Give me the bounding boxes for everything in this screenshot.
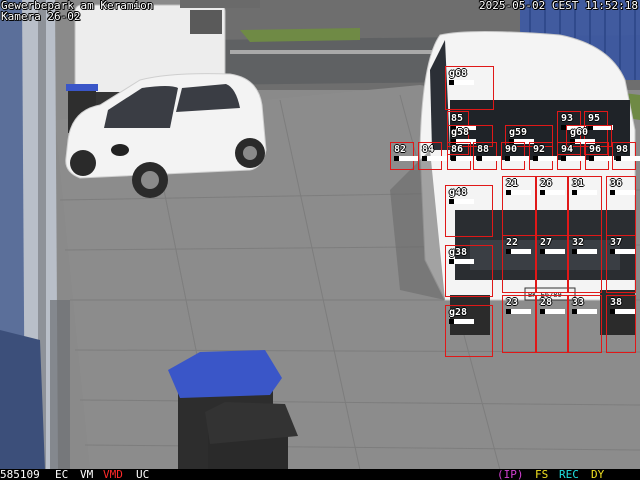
detection-level-bar — [449, 199, 474, 204]
detection-label: 93 — [561, 113, 574, 124]
detection-box: 88 — [473, 142, 502, 170]
detection-label: 33 — [572, 297, 585, 308]
status-code: 585109 — [0, 468, 40, 480]
detection-label: 92 — [533, 144, 546, 155]
detection-level-bar — [572, 190, 597, 195]
detection-level-bar — [394, 156, 419, 161]
detection-box: g38 — [445, 245, 493, 297]
detection-label: 84 — [422, 144, 435, 155]
detection-label: 26 — [540, 178, 553, 189]
detection-label: 90 — [505, 144, 518, 155]
detection-label: g28 — [449, 307, 468, 318]
detection-box: 26 — [536, 176, 568, 236]
detection-label: 22 — [506, 237, 519, 248]
detection-label: 86 — [451, 144, 464, 155]
detection-label: 38 — [610, 297, 623, 308]
detection-level-bar — [506, 309, 531, 314]
detection-level-bar — [505, 156, 530, 161]
detection-box: g28 — [445, 305, 493, 357]
detection-box: 96 — [585, 142, 614, 170]
detection-label: 37 — [610, 237, 623, 248]
status-dy: DY — [591, 468, 605, 480]
detection-level-bar — [533, 156, 558, 161]
detection-label: 96 — [589, 144, 602, 155]
detection-label: g58 — [451, 127, 470, 138]
detection-box: 33 — [568, 295, 602, 353]
detection-box: 94 — [557, 142, 586, 170]
detection-label: g68 — [449, 68, 468, 79]
detection-box: 37 — [606, 235, 636, 293]
detection-label: 94 — [561, 144, 574, 155]
status-vm: VM — [80, 468, 94, 480]
detection-box: g48 — [445, 185, 493, 237]
detection-box: 28 — [536, 295, 568, 353]
status-rec: REC — [559, 468, 579, 480]
detection-level-bar — [589, 156, 614, 161]
detection-box: 98 — [612, 142, 640, 170]
detection-label: 82 — [394, 144, 407, 155]
osd-datetime: 2025-05-02 CEST 11:52:18 — [479, 0, 638, 12]
detection-box: 90 — [501, 142, 530, 170]
detection-box: 36 — [606, 176, 636, 236]
detection-box: 21 — [502, 176, 536, 236]
detection-level-bar — [449, 319, 474, 324]
detection-box: 86 — [447, 142, 476, 170]
detection-level-bar — [506, 249, 531, 254]
detection-label: g60 — [570, 127, 589, 138]
detection-label: 31 — [572, 178, 585, 189]
detection-box: 22 — [502, 235, 536, 293]
detection-box: 38 — [606, 295, 636, 353]
detection-level-bar — [449, 259, 474, 264]
detection-label: 23 — [506, 297, 519, 308]
detection-level-bar — [610, 309, 635, 314]
status-ec: EC — [55, 468, 69, 480]
status-vmd: VMD — [103, 468, 123, 480]
detection-label: g59 — [509, 127, 528, 138]
detection-box: 31 — [568, 176, 602, 236]
detection-label: 27 — [540, 237, 553, 248]
detection-level-bar — [422, 156, 447, 161]
detection-box: 82 — [390, 142, 419, 170]
status-fs: FS — [535, 468, 549, 480]
detection-overlay: g68 85 g58 g59 93 95 g60 82 84 86 88 90 92 94 96 98 21 26… — [0, 0, 640, 480]
detection-box: 84 — [418, 142, 447, 170]
detection-level-bar — [572, 309, 597, 314]
detection-level-bar — [610, 190, 635, 195]
detection-label: 32 — [572, 237, 585, 248]
detection-label: 36 — [610, 178, 623, 189]
detection-level-bar — [449, 80, 474, 85]
detection-level-bar — [610, 249, 635, 254]
detection-label: 95 — [588, 113, 601, 124]
detection-level-bar — [572, 249, 597, 254]
detection-box: 23 — [502, 295, 536, 353]
detection-level-bar — [540, 190, 565, 195]
detection-level-bar — [561, 156, 586, 161]
detection-level-bar — [477, 156, 502, 161]
detection-level-bar — [540, 309, 565, 314]
detection-box: g68 — [445, 66, 494, 110]
status-uc: UC — [136, 468, 150, 480]
detection-label: 85 — [451, 113, 464, 124]
detection-label: g38 — [449, 247, 468, 258]
detection-level-bar — [506, 190, 531, 195]
detection-box: 92 — [529, 142, 558, 170]
detection-label: 21 — [506, 178, 519, 189]
osd-location: Gewerbepark am Keramion Kamera 26-02 — [1, 0, 153, 22]
detection-label: 98 — [616, 144, 629, 155]
detection-level-bar — [616, 156, 640, 161]
status-bar: 585109 EC VM VMD UC (IP) FS REC DY — [0, 469, 640, 480]
detection-box: 27 — [536, 235, 568, 293]
detection-box: 32 — [568, 235, 602, 293]
detection-level-bar — [540, 249, 565, 254]
camera-view[interactable]: BK E6789 g68 85 g58 g59 93 95 g60 82 84 86 88 90 92 9… — [0, 0, 640, 480]
detection-label: 28 — [540, 297, 553, 308]
detection-label: 88 — [477, 144, 490, 155]
status-ip: (IP) — [497, 468, 524, 480]
detection-label: g48 — [449, 187, 468, 198]
osd-camera-text: Kamera 26-02 — [1, 10, 81, 23]
